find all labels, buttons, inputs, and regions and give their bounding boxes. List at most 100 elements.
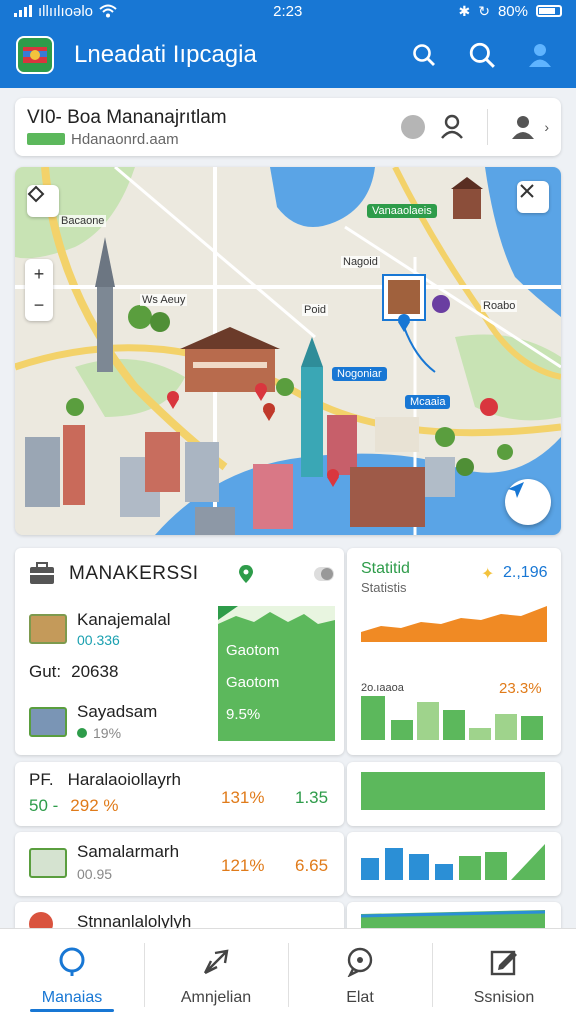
summary-title: MANAKERSSI [69,563,199,584]
edit-icon [490,950,517,975]
app-logo[interactable] [16,36,54,74]
status-dot [401,115,426,139]
poi-card[interactable] [382,274,426,321]
account-button[interactable] [435,110,469,144]
stats-value: 2.,196 [503,564,548,581]
row-values: 50 - 292 % [29,796,119,816]
location-pin-icon[interactable] [238,564,254,584]
nav-label: Elat [346,988,374,1006]
stat-row[interactable]: Samalarmarh 00.95 121% 6.65 [15,832,344,896]
row-value-1: 121% [221,856,265,875]
battery-label: 80% [497,2,528,20]
nav-item-elat[interactable]: Elat [288,929,432,1024]
app-bar: Lneadati Iıpcagia [0,22,576,88]
location-chip [27,133,65,145]
map-tag[interactable]: Nogoniar [332,367,387,381]
zoom-in-icon[interactable]: + [34,259,45,290]
app-title: Lneadati Iıpcagia [74,41,257,68]
map-pin[interactable] [432,295,450,313]
location-subtitle: Hdanaonrd.aam [71,130,179,148]
compass-icon [520,184,534,198]
battery-icon [535,5,562,17]
nav-item-amnjelian[interactable]: Amnjelian [144,929,288,1024]
map-label: Nagoid [341,256,380,268]
plane-icon [203,949,229,974]
location-title: VI0- Boa Mananajrıtlam [27,106,227,128]
row-value-2: 6.65 [295,856,329,875]
building-thumbnail [29,706,67,737]
briefcase-icon [30,562,54,584]
navigation-arrow-icon [508,482,524,498]
user-icon [529,44,551,67]
statistics-panel[interactable]: Statitid Statistis ✦ 2.,196 2o.ıaaoa 23.… [347,548,561,755]
row-label: Haralaoiollayrh [67,770,181,789]
list-item[interactable]: Sayadsam 19% [29,702,157,741]
bottom-navigation: Manaias Amnjelian Elat Ssnision [0,928,576,1024]
map-label: Bacaone [59,215,107,227]
signal-icon [14,5,32,17]
row-value-prefix: 50 - [29,796,59,815]
card-line-2: Gaotom [226,674,280,691]
recenter-button[interactable] [27,185,59,217]
mountain-graphic [218,606,335,624]
search-icon [413,44,435,66]
building-thumbnail [29,848,67,878]
user-menu-button[interactable] [506,110,540,144]
row-title: PF. Haralaoiollayrh [29,770,181,790]
toggle-dot[interactable] [314,567,334,581]
profile-button[interactable] [520,35,560,75]
item-value-row: 19% [77,725,157,741]
map-label: Poid [302,304,329,316]
stat-row[interactable]: PF. Haralaoiollayrh 50 - 292 % 131% 1.35 [15,762,344,826]
nav-item-manaias[interactable]: Manaias [0,929,144,1024]
map-view[interactable]: Bacaone Ws Aeuy Poid Nagoid Roabo Vanaao… [15,167,561,535]
zoom-out-icon[interactable]: − [34,290,45,321]
list-item[interactable]: Kanajemalal 00.336 [29,610,171,648]
status-dot-green [77,728,87,738]
row-sub: 00.95 [77,866,113,882]
bluetooth-icon: ✱ [458,2,471,19]
card-line-1: Gaotom [226,642,280,659]
search-icon [59,947,85,976]
row-value-2: 1.35 [295,788,329,807]
gut-value: 20638 [71,662,119,681]
map-pin[interactable] [480,398,498,416]
stats-title: Statitid [361,560,410,577]
summary-header: MANAKERSSI [29,562,334,586]
navigate-fab[interactable] [505,479,551,525]
stats-subtitle: Statistis [361,580,407,595]
nav-item-ssnision[interactable]: Ssnision [432,929,576,1024]
blue-bar-chart [361,844,545,880]
map-tag[interactable]: Mcaaia [405,395,451,409]
green-bar-chart [361,696,543,740]
chat-icon [347,947,373,977]
person-icon [512,116,535,139]
location-subtitle-row: Hdanaonrd.aam [27,131,401,148]
row-prefix: PF. [29,770,54,789]
chart-label: 2o.ıaaoa [361,682,404,694]
divider [487,109,489,145]
status-right: ✱ ↻ 80% [458,3,562,20]
item-value: 19% [93,725,122,741]
bar-chart-panel[interactable] [347,832,561,896]
map-label: Ws Aeuy [140,294,188,306]
chevron-right-icon[interactable]: › [544,119,549,135]
sync-icon: ↻ [478,2,490,19]
person-outline-icon [441,114,464,139]
row-value-1: 131% [221,788,265,807]
search-button-2[interactable] [462,35,502,75]
location-card[interactable]: VI0- Boa Mananajrıtlam Hdanaonrd.aam › [15,98,561,156]
building-thumbnail [29,614,67,644]
nav-label: Ssnision [473,988,535,1006]
green-bar [361,772,545,810]
location-text: VI0- Boa Mananajrıtlam Hdanaonrd.aam [27,107,401,148]
map-tag[interactable]: Vanaaolaeis [367,204,437,218]
nav-label: Amnjelian [180,988,252,1006]
layers-button[interactable] [517,181,549,213]
carrier-label: ıllıılıoǝlo [38,2,94,20]
green-bar-panel[interactable] [347,762,561,826]
search-button[interactable] [404,35,444,75]
item-value: 00.336 [77,632,120,648]
green-summary-card[interactable]: Gaotom Gaotom 9.5% [218,606,335,741]
status-left: ıllıılıoǝlo [14,3,117,20]
